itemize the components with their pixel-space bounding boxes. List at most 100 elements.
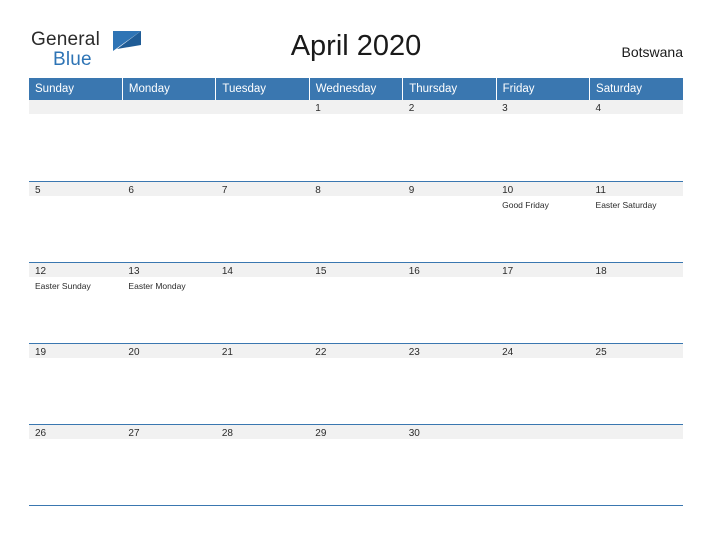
day-number: 12	[29, 262, 123, 277]
day-number: 20	[122, 343, 216, 358]
calendar-day-cell[interactable]: 15	[309, 262, 403, 344]
calendar-day-cell[interactable]: 1	[309, 100, 403, 182]
calendar-week-row: 1 2 3 4	[29, 100, 683, 182]
calendar-day-cell[interactable]: 6	[122, 181, 216, 263]
day-number: 30	[402, 424, 497, 439]
calendar-day-cell[interactable]: 27	[122, 424, 216, 506]
day-number: 7	[215, 181, 310, 196]
day-event	[403, 114, 496, 118]
weekday-header-monday: Monday	[122, 78, 217, 100]
day-number: 23	[402, 343, 497, 358]
calendar-day-cell[interactable]: 11 Easter Saturday	[589, 181, 683, 263]
day-event: Easter Saturday	[595, 199, 657, 210]
day-number: 18	[589, 262, 683, 277]
calendar-day-cell[interactable]: 21	[215, 343, 310, 425]
day-number: 21	[215, 343, 310, 358]
calendar-day-cell[interactable]: 29	[309, 424, 403, 506]
calendar-day-cell[interactable]: 13 Easter Monday	[122, 262, 216, 344]
calendar-day-cell[interactable]: 18	[589, 262, 683, 344]
calendar-week-row: 19 20 21 22 23 24 25	[29, 343, 683, 425]
day-number: 4	[589, 100, 683, 114]
day-event	[216, 196, 309, 200]
calendar-day-cell[interactable]: 17	[496, 262, 590, 344]
day-number: 25	[589, 343, 683, 358]
calendar-day-cell[interactable]: 24	[496, 343, 590, 425]
day-number	[589, 424, 683, 439]
weekday-header-tuesday: Tuesday	[215, 78, 310, 100]
day-number: 15	[309, 262, 403, 277]
calendar-day-cell[interactable]	[215, 100, 310, 182]
weekday-header-thursday: Thursday	[402, 78, 497, 100]
calendar-day-cell[interactable]	[122, 100, 216, 182]
weekday-header-sunday: Sunday	[29, 78, 123, 100]
day-number: 2	[402, 100, 497, 114]
day-event	[216, 114, 309, 118]
day-number: 6	[122, 181, 216, 196]
day-number: 10	[496, 181, 590, 196]
month-calendar: Sunday Monday Tuesday Wednesday Thursday…	[29, 78, 683, 506]
page-header: General Blue April 2020 Botswana	[0, 0, 712, 78]
calendar-day-cell[interactable]: 2	[402, 100, 497, 182]
day-number: 8	[309, 181, 403, 196]
day-number: 14	[215, 262, 310, 277]
calendar-day-cell[interactable]: 28	[215, 424, 310, 506]
calendar-day-cell[interactable]: 10 Good Friday	[496, 181, 590, 263]
day-event: Easter Monday	[128, 280, 186, 291]
weekday-header-wednesday: Wednesday	[309, 78, 404, 100]
calendar-day-cell[interactable]: 16	[402, 262, 497, 344]
day-number: 11	[589, 181, 683, 196]
calendar-day-cell[interactable]: 20	[122, 343, 216, 425]
calendar-day-cell[interactable]: 8	[309, 181, 403, 263]
calendar-day-cell[interactable]: 7	[215, 181, 310, 263]
calendar-day-cell[interactable]: 19	[29, 343, 123, 425]
calendar-day-cell[interactable]	[496, 424, 590, 506]
day-number: 5	[29, 181, 123, 196]
calendar-day-cell[interactable]: 12 Easter Sunday	[29, 262, 123, 344]
day-event: Good Friday	[502, 199, 549, 210]
day-number: 17	[496, 262, 590, 277]
day-event	[122, 114, 215, 118]
day-number: 3	[496, 100, 590, 114]
day-event	[122, 196, 215, 200]
page-title: April 2020	[290, 30, 422, 62]
day-event	[496, 114, 589, 118]
day-number: 27	[122, 424, 216, 439]
day-number	[29, 100, 123, 114]
day-number: 16	[402, 262, 497, 277]
calendar-day-cell[interactable]: 14	[215, 262, 310, 344]
calendar-week-row: 12 Easter Sunday 13 Easter Monday 14 15 16…	[29, 262, 683, 344]
calendar-day-cell[interactable]	[589, 424, 683, 506]
calendar-day-cell[interactable]: 30	[402, 424, 497, 506]
day-number: 13	[122, 262, 216, 277]
day-number: 26	[29, 424, 123, 439]
day-event	[309, 114, 402, 118]
calendar-day-cell[interactable]: 23	[402, 343, 497, 425]
day-event	[29, 196, 122, 200]
day-number	[122, 100, 216, 114]
calendar-day-cell[interactable]: 9	[402, 181, 497, 263]
day-number	[215, 100, 310, 114]
calendar-day-cell[interactable]: 4	[589, 100, 683, 182]
day-number: 1	[309, 100, 403, 114]
day-number	[496, 424, 590, 439]
calendar-day-cell[interactable]: 22	[309, 343, 403, 425]
calendar-day-cell[interactable]: 5	[29, 181, 123, 263]
calendar-page: General Blue April 2020 Botswana Sunday …	[0, 0, 712, 550]
calendar-week-row: 5 6 7 8 9 10 Good Friday 11 Easter Saturda…	[29, 181, 683, 263]
day-event	[590, 439, 683, 443]
weekday-header-row: Sunday Monday Tuesday Wednesday Thursday…	[29, 78, 683, 100]
day-event	[309, 196, 402, 200]
calendar-day-cell[interactable]: 26	[29, 424, 123, 506]
calendar-day-cell[interactable]	[29, 100, 123, 182]
day-event	[590, 114, 683, 118]
day-number: 9	[402, 181, 497, 196]
day-event	[403, 196, 496, 200]
calendar-week-row: 26 27 28 29 30	[29, 424, 683, 506]
day-number: 22	[309, 343, 403, 358]
weekday-header-friday: Friday	[496, 78, 591, 100]
day-event: Easter Sunday	[35, 280, 91, 291]
calendar-day-cell[interactable]: 3	[496, 100, 590, 182]
calendar-day-cell[interactable]: 25	[589, 343, 683, 425]
country-label: Botswana	[621, 44, 683, 60]
day-number: 29	[309, 424, 403, 439]
